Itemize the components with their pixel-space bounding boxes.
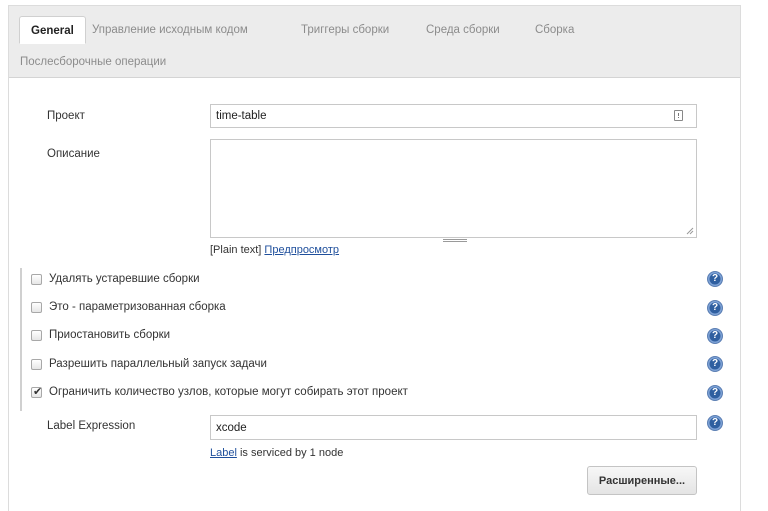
disable-builds-label: Приостановить сборки (49, 329, 171, 341)
help-icon-label-expression[interactable]: ? (708, 416, 722, 430)
checkmark-icon: ✔ (33, 386, 43, 398)
label-expression-hint: Label is serviced by 1 node (210, 447, 343, 459)
job-config-panel: General Управление исходным кодом Тригге… (8, 5, 741, 511)
disable-builds-checkbox[interactable] (31, 330, 42, 341)
config-tab-bar: General Управление исходным кодом Тригге… (9, 6, 740, 78)
description-label: Описание (47, 148, 100, 160)
advanced-button[interactable]: Расширенные... (587, 466, 697, 495)
help-icon-disable-builds[interactable]: ? (708, 329, 722, 343)
project-label: Проект (47, 110, 85, 122)
textarea-expand-handle[interactable] (211, 239, 697, 243)
label-expression-label: Label Expression (47, 420, 136, 432)
label-serviced-text: is serviced by 1 node (236, 447, 344, 459)
tab-build-environment[interactable]: Среда сборки (426, 16, 500, 44)
tab-source-code-management[interactable]: Управление исходным кодом (92, 16, 248, 44)
label-link[interactable]: Label (210, 447, 237, 459)
preview-link[interactable]: Предпросмотр (264, 244, 339, 256)
parameterized-build-label: Это - параметризованная сборка (49, 301, 226, 313)
tab-build-triggers[interactable]: Триггеры сборки (301, 16, 389, 44)
resize-grip-icon[interactable] (686, 227, 694, 235)
tab-post-build-actions[interactable]: Послесборочные операции (20, 48, 166, 76)
format-prefix: [Plain text] (210, 244, 262, 256)
restrict-nodes-checkbox[interactable]: ✔ (31, 386, 43, 398)
description-textarea[interactable] (210, 139, 697, 238)
help-icon-discard-old-builds[interactable]: ? (708, 272, 722, 286)
tab-build[interactable]: Сборка (535, 16, 574, 44)
restrict-nodes-label: Ограничить количество узлов, которые мог… (49, 386, 408, 398)
label-expression-input[interactable] (210, 415, 697, 440)
discard-old-builds-checkbox[interactable] (31, 274, 42, 285)
field-autofill-icon[interactable] (674, 110, 683, 121)
description-format-hint: [Plain text] Предпросмотр (210, 244, 339, 256)
help-icon-concurrent-builds[interactable]: ? (708, 357, 722, 371)
tab-general[interactable]: General (19, 16, 86, 44)
help-icon-restrict-nodes[interactable]: ? (708, 386, 722, 400)
options-group-bar (20, 268, 22, 411)
concurrent-builds-label: Разрешить параллельный запуск задачи (49, 358, 267, 370)
concurrent-builds-checkbox[interactable] (31, 359, 42, 370)
help-icon-parameterized-build[interactable]: ? (708, 301, 722, 315)
project-name-input[interactable] (210, 104, 697, 128)
parameterized-build-checkbox[interactable] (31, 302, 42, 313)
discard-old-builds-label: Удалять устаревшие сборки (49, 273, 200, 285)
